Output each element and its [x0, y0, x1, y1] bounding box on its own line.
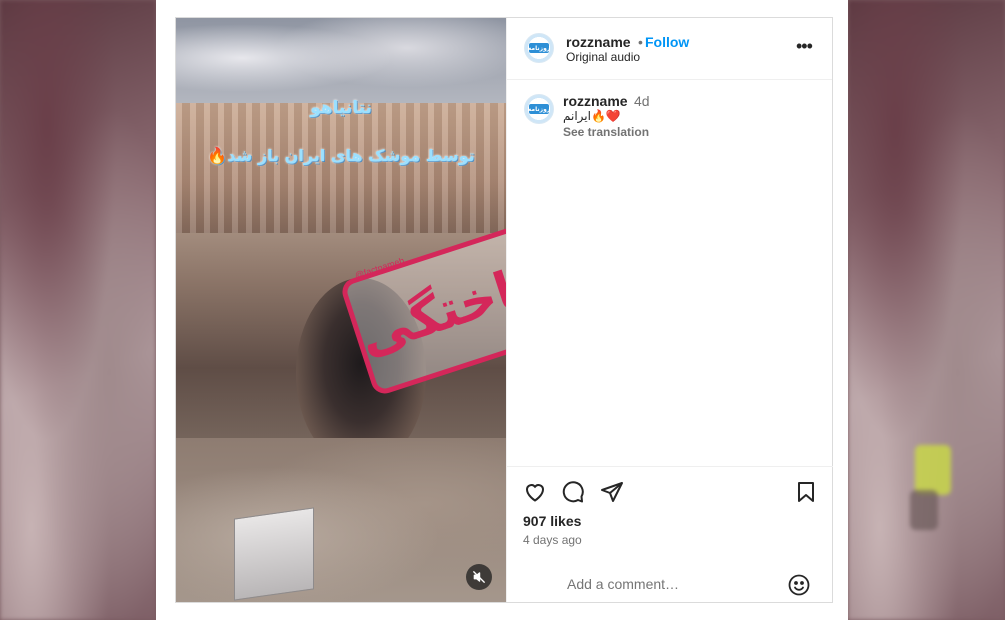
video-overlay-line1: نتانیاهو — [310, 98, 372, 118]
blurred-worker-legs — [910, 490, 938, 530]
post-video[interactable]: نتانیاهو توسط موشک های ایران باز شد🔥 @fa… — [176, 18, 506, 602]
heart-icon[interactable] — [523, 480, 547, 504]
caption-area: روزنامه rozzname 4d ❤️🔥ایرانم See transl… — [507, 80, 832, 467]
comment-input[interactable] — [565, 575, 769, 593]
add-comment-row — [507, 567, 833, 605]
background-blur-left — [0, 0, 156, 620]
post-header: روزنامه rozzname • Follow Original audio… — [507, 18, 832, 80]
video-overlay-line2: توسط موشک های ایران باز شد🔥 — [207, 146, 475, 165]
video-buildings — [176, 103, 506, 233]
muted-speaker-icon — [473, 571, 485, 583]
caption-time[interactable]: 4d — [634, 93, 650, 109]
mute-button[interactable] — [466, 564, 492, 590]
see-translation-link[interactable]: See translation — [563, 125, 649, 139]
follow-button[interactable]: Follow — [645, 34, 689, 50]
caption-avatar[interactable]: روزنامه — [524, 94, 554, 124]
more-options-icon[interactable]: ••• — [796, 36, 813, 57]
caption-avatar-logo: روزنامه — [528, 104, 550, 114]
video-box — [234, 507, 314, 601]
comment-icon[interactable] — [561, 480, 585, 504]
instagram-post: نتانیاهو توسط موشک های ایران باز شد🔥 @fa… — [175, 17, 833, 603]
username-link[interactable]: rozzname — [566, 34, 631, 50]
blurred-worker — [915, 445, 951, 495]
post-actions: 907 likes 4 days ago — [507, 466, 833, 605]
audio-link[interactable]: Original audio — [566, 50, 640, 64]
separator-dot: • — [638, 34, 643, 50]
caption-text: ❤️🔥ایرانم — [563, 109, 621, 123]
bookmark-icon[interactable] — [794, 480, 818, 504]
background-blur-right — [848, 0, 1005, 620]
caption-username[interactable]: rozzname — [563, 93, 628, 109]
emoji-icon[interactable] — [787, 573, 811, 597]
likes-count[interactable]: 907 likes — [523, 513, 581, 529]
post-side-panel: روزنامه rozzname • Follow Original audio… — [506, 18, 833, 605]
avatar[interactable]: روزنامه — [524, 33, 554, 63]
avatar-logo: روزنامه — [528, 43, 550, 53]
share-icon[interactable] — [600, 480, 624, 504]
post-timestamp: 4 days ago — [523, 533, 582, 547]
video-rubble — [176, 438, 506, 602]
